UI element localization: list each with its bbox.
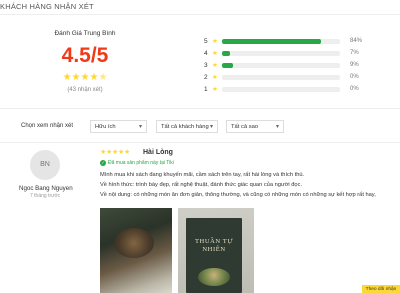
review-photo[interactable] xyxy=(100,208,172,293)
dist-percent: 0% xyxy=(350,86,359,92)
star-half-icon: ★ xyxy=(98,72,108,83)
dist-row-1[interactable]: 1 ★ 0% xyxy=(204,83,374,95)
star-icon: ★ xyxy=(212,62,218,69)
star-icon: ★ xyxy=(123,149,130,156)
book-cover-image: THUẦN TỰ NHIÊN xyxy=(186,218,242,293)
star-icon: ★ xyxy=(212,50,218,57)
dist-fill xyxy=(222,50,231,56)
dist-star-count: 4 xyxy=(204,49,208,57)
dist-bar xyxy=(222,86,340,92)
star-filter-value: Tất cả sao xyxy=(231,124,259,130)
review-title: Hài Lòng xyxy=(143,149,173,156)
review-count: (43 nhận xét) xyxy=(67,87,103,93)
dist-percent: 84% xyxy=(350,38,363,44)
food-plate-image xyxy=(114,228,154,258)
dist-star-count: 3 xyxy=(204,61,208,69)
review-text-line: Về nội dung: có những món ăn đơn giản, t… xyxy=(100,192,376,198)
chevron-down-icon: ▾ xyxy=(138,124,142,130)
customer-filter-select[interactable]: Tất cả khách hàng ▾ xyxy=(156,120,218,133)
verified-purchase: ✓ Đã mua sản phẩm này tại Tiki xyxy=(100,160,174,166)
section-title: KHÁCH HÀNG NHẬN XÉT xyxy=(0,2,94,11)
verified-text: Đã mua sản phẩm này tại Tiki xyxy=(108,160,174,166)
review-text-line: Mình mua khi sách đang khuyến mãi, cầm s… xyxy=(100,172,305,178)
star-filter-select[interactable]: Tất cả sao ▾ xyxy=(226,120,284,133)
dist-percent: 9% xyxy=(350,62,359,68)
check-icon: ✓ xyxy=(100,160,106,166)
dist-bar xyxy=(222,62,340,68)
avg-rating-stars: ★★★★★ xyxy=(30,72,140,83)
dist-row-4[interactable]: 4 ★ 7% xyxy=(204,47,374,59)
review-photo[interactable]: THUẦN TỰ NHIÊN xyxy=(178,208,254,293)
dist-percent: 0% xyxy=(350,74,359,80)
review-text-line: Về hình thức: trình bày đẹp, rất nghệ th… xyxy=(100,182,303,188)
reviewer-meta: 7 tháng trước xyxy=(30,193,61,199)
rating-distribution: 5 ★ 84% 4 ★ 7% 3 ★ 9% 2 ★ 0% 1 ★ 0% xyxy=(204,35,374,95)
rating-summary: Đánh Giá Trung Bình 4.5/5 ★★★★★ (43 nhận… xyxy=(0,14,400,109)
star-icon: ★ xyxy=(71,72,81,83)
chevron-down-icon: ▾ xyxy=(275,124,279,130)
filter-label: Chọn xem nhận xét xyxy=(21,123,74,129)
avg-rating-score: 4.5/5 xyxy=(61,44,109,67)
dist-bar xyxy=(222,38,340,44)
dist-fill xyxy=(222,62,233,68)
customer-filter-value: Tất cả khách hàng xyxy=(161,124,209,130)
dist-row-2[interactable]: 2 ★ 0% xyxy=(204,71,374,83)
dist-fill xyxy=(222,38,322,44)
chevron-down-icon: ▾ xyxy=(209,124,213,130)
book-cover-title: THUẦN TỰ NHIÊN xyxy=(194,238,234,253)
star-icon: ★ xyxy=(62,72,72,83)
reviewer-name: Ngoc Bang Nguyen xyxy=(19,185,73,192)
dist-percent: 7% xyxy=(350,50,359,56)
sort-select-value: Hữu ích xyxy=(95,124,116,130)
follow-review-button[interactable]: Theo dõi nhận xét xyxy=(362,285,400,293)
sort-select[interactable]: Hữu ích ▾ xyxy=(90,120,147,133)
dist-bar xyxy=(222,50,340,56)
star-icon: ★ xyxy=(212,74,218,81)
avatar: BN xyxy=(30,150,60,180)
dist-star-count: 5 xyxy=(204,37,208,45)
avg-rating-label: Đánh Giá Trung Bình xyxy=(54,30,116,37)
dist-row-3[interactable]: 3 ★ 9% xyxy=(204,59,374,71)
dist-bar xyxy=(222,74,340,80)
star-icon: ★ xyxy=(212,38,218,45)
divider xyxy=(0,142,400,143)
star-icon: ★ xyxy=(212,86,218,93)
dist-star-count: 2 xyxy=(204,73,208,81)
review-stars: ★★★★★ xyxy=(100,148,130,156)
dist-row-5[interactable]: 5 ★ 84% xyxy=(204,35,374,47)
food-bowl-image xyxy=(198,268,230,286)
dist-star-count: 1 xyxy=(204,85,208,93)
